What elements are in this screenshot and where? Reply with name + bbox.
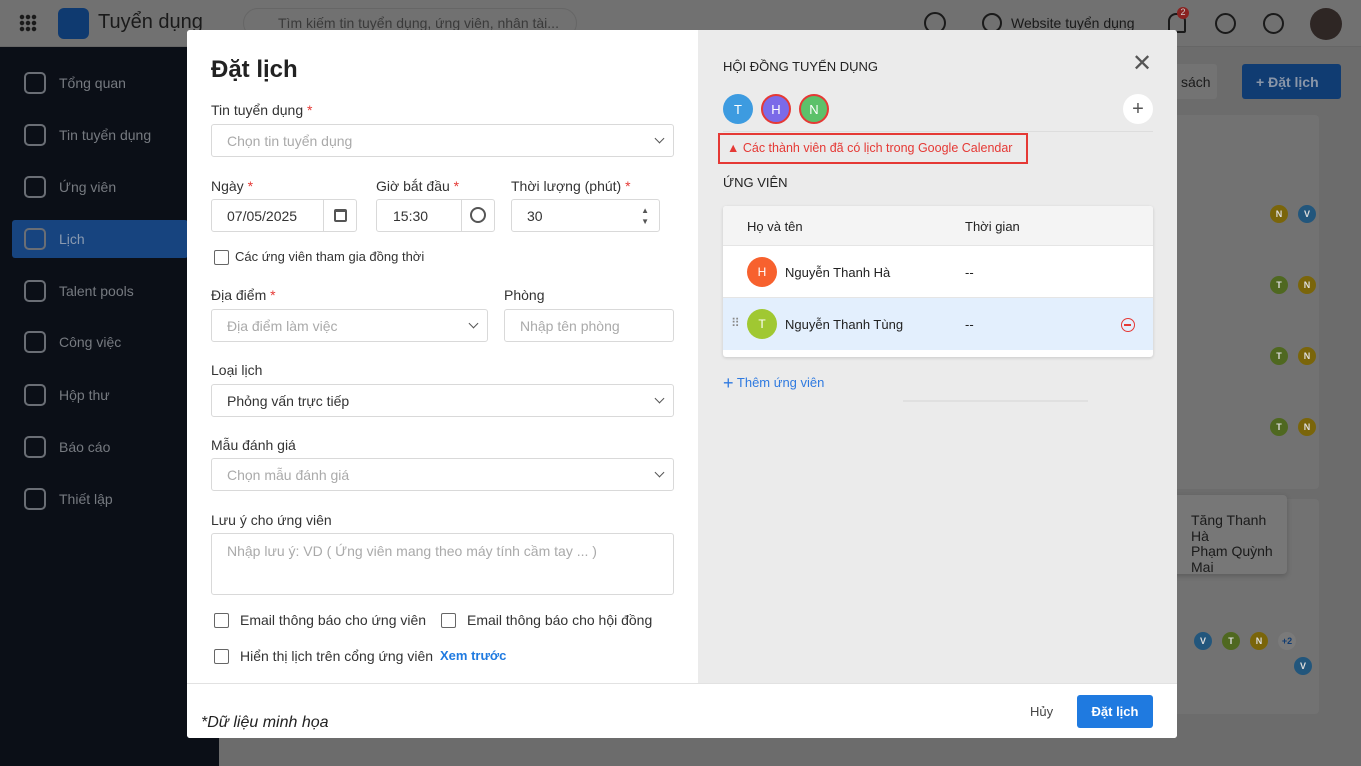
sidebar-item-tasks[interactable]: Công việc [12, 323, 188, 361]
room-input[interactable]: Nhập tên phòng [504, 309, 674, 342]
modal-footer: *Dữ liệu minh họa Hủy Đặt lịch [187, 683, 1177, 738]
column-header: Họ và tên [747, 219, 803, 234]
start-time-input[interactable]: 15:30 [376, 199, 495, 232]
mail-icon [24, 384, 46, 406]
users-icon [24, 176, 46, 198]
member-name: Phạm Quỳnh Mai [1191, 543, 1273, 575]
candidates-title: ỨNG VIÊN [723, 175, 788, 190]
dashboard-icon [24, 72, 46, 94]
start-time-label: Giờ bắt đầu * [376, 178, 460, 194]
avatar[interactable] [1310, 8, 1342, 40]
note-textarea[interactable]: Nhập lưu ý: VD ( Ứng viên mang theo máy … [211, 533, 674, 595]
note-label: Lưu ý cho ứng viên [211, 512, 332, 528]
simultaneous-checkbox[interactable] [214, 250, 229, 265]
schedule-button-label: Đặt lịch [1268, 74, 1319, 90]
type-label: Loại lịch [211, 362, 263, 378]
cancel-button[interactable]: Hủy [1030, 704, 1053, 719]
member-name: Tăng Thanh Hà [1191, 512, 1267, 544]
add-member-button[interactable]: + [1123, 94, 1153, 124]
location-label: Địa điểm * [211, 287, 276, 303]
clock-icon[interactable] [461, 200, 494, 231]
candidate-avatar: T [747, 309, 777, 339]
show-portal-checkbox[interactable] [214, 649, 229, 664]
calendar-icon [24, 228, 46, 250]
candidate-time: -- [965, 317, 974, 332]
more-count: +2 [1278, 632, 1296, 650]
chevron-down-icon [654, 133, 665, 144]
close-icon[interactable]: ✕ [1132, 52, 1152, 76]
chevron-down-icon [654, 467, 665, 478]
duration-label: Thời lượng (phút) * [511, 178, 631, 194]
template-select[interactable]: Chọn mẫu đánh giá [211, 458, 674, 491]
table-row[interactable]: ⠿ T Nguyễn Thanh Tùng -- [723, 298, 1153, 350]
candidates-table: Họ và tên Thời gian H Nguyễn Thanh Hà --… [723, 206, 1153, 357]
room-label: Phòng [504, 287, 545, 303]
schedule-form: Đặt lịch Tin tuyển dụng * Chọn tin tuyển… [187, 30, 698, 683]
warning-icon: ▲ [727, 141, 740, 155]
submit-button[interactable]: Đặt lịch [1077, 695, 1153, 728]
pie-chart-icon [24, 436, 46, 458]
divider [723, 131, 1153, 132]
sidebar-item-jobs[interactable]: Tin tuyển dụng [12, 116, 188, 154]
candidate-time: -- [965, 265, 974, 280]
website-link[interactable]: Website tuyển dụng [1011, 15, 1135, 31]
schedule-modal: Đặt lịch Tin tuyển dụng * Chọn tin tuyển… [187, 30, 1177, 738]
council-title: HỘI ĐỒNG TUYỂN DỤNG [723, 59, 879, 74]
member-avatar[interactable]: H [761, 94, 791, 124]
job-label: Tin tuyển dụng * [211, 102, 313, 118]
table-header: Họ và tên Thời gian [723, 206, 1153, 246]
more-icon[interactable] [1263, 13, 1284, 34]
talent-icon [24, 280, 46, 302]
notification-badge: 2 [1177, 7, 1189, 19]
chevron-down-icon [468, 318, 479, 329]
document-icon [24, 124, 46, 146]
email-council-label: Email thông báo cho hội đồng [467, 612, 653, 628]
help-icon[interactable] [1215, 13, 1236, 34]
sidebar-item-talent-pools[interactable]: Talent pools [12, 272, 188, 310]
candidate-name: Nguyễn Thanh Hà [785, 265, 891, 280]
type-select[interactable]: Phỏng vấn trực tiếp [211, 384, 674, 417]
email-candidate-checkbox[interactable] [214, 613, 229, 628]
sidebar-item-overview[interactable]: Tổng quan [12, 64, 188, 102]
gear-icon [24, 488, 46, 510]
duration-stepper[interactable]: 30 ▲ ▼ [511, 199, 660, 232]
email-candidate-label: Email thông báo cho ứng viên [240, 612, 427, 628]
simultaneous-label: Các ứng viên tham gia đồng thời [235, 249, 425, 264]
modal-title: Đặt lịch [211, 56, 298, 83]
candidate-name: Nguyễn Thanh Tùng [785, 317, 904, 332]
date-input[interactable]: 07/05/2025 [211, 199, 357, 232]
calendar-conflict-warning: ▲ Các thành viên đã có lịch trong Google… [718, 133, 1028, 164]
app-logo [58, 8, 89, 39]
sidebar-item-inbox[interactable]: Hộp thư [12, 376, 188, 414]
apps-grid-icon[interactable] [19, 14, 37, 32]
remove-icon[interactable] [1121, 318, 1135, 332]
drag-handle-icon[interactable]: ⠿ [731, 316, 740, 330]
calendar-icon[interactable] [323, 200, 356, 231]
table-row[interactable]: H Nguyễn Thanh Hà -- [723, 247, 1153, 298]
preview-link[interactable]: Xem trước [440, 648, 506, 663]
member-avatar[interactable]: N [799, 94, 829, 124]
location-select[interactable]: Địa điểm làm việc [211, 309, 488, 342]
show-portal-label: Hiển thị lịch trên cổng ứng viên [240, 648, 434, 664]
sidebar-item-candidates[interactable]: Ứng viên [12, 168, 188, 206]
plus-icon: + [723, 373, 734, 393]
chevron-down-icon [654, 393, 665, 404]
council-panel: HỘI ĐỒNG TUYỂN DỤNG ✕ T H N + ▲ Các thàn… [698, 30, 1177, 683]
template-label: Mẫu đánh giá [211, 437, 296, 453]
stepper-arrows-icon[interactable]: ▲ ▼ [641, 205, 649, 227]
candidate-avatar: H [747, 257, 777, 287]
member-avatar[interactable]: T [723, 94, 753, 124]
sidebar-item-reports[interactable]: Báo cáo [12, 428, 188, 466]
illustrative-data-note: *Dữ liệu minh họa [201, 714, 329, 731]
date-label: Ngày * [211, 178, 254, 194]
task-icon [24, 331, 46, 353]
schedule-button[interactable]: + Đặt lịch [1242, 64, 1341, 99]
sidebar-item-calendar[interactable]: Lịch [12, 220, 188, 258]
divider [903, 400, 1088, 402]
add-candidate-button[interactable]: + Thêm ứng viên [723, 373, 824, 394]
sidebar-item-settings[interactable]: Thiết lập [12, 480, 188, 518]
email-council-checkbox[interactable] [441, 613, 456, 628]
job-select[interactable]: Chọn tin tuyển dụng [211, 124, 674, 157]
column-header: Thời gian [965, 219, 1020, 234]
